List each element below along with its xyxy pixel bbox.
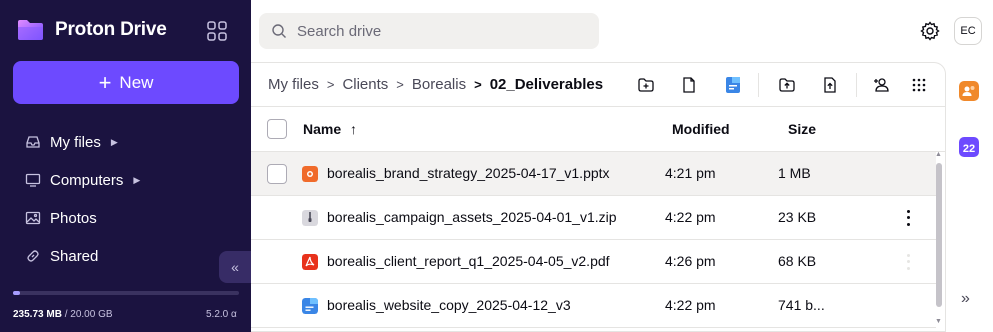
calendar-day: 22 (962, 143, 976, 155)
expand-rail-icon[interactable]: » (961, 290, 970, 308)
breadcrumb-current[interactable]: 02_Deliverables (490, 76, 603, 93)
sidebar-item-label: Shared (50, 247, 99, 265)
more-options-icon[interactable] (903, 252, 913, 272)
upload-file-icon[interactable] (820, 75, 840, 95)
storage-total: / 20.00 GB (64, 309, 113, 320)
proton-docs-icon[interactable] (723, 75, 743, 95)
brand[interactable]: Proton Drive (16, 18, 167, 42)
file-size: 1 MB (778, 165, 811, 181)
sidebar-item-label: Computers (50, 171, 124, 189)
proton-doc-file-icon (302, 298, 318, 314)
column-header-size[interactable]: Size (788, 121, 816, 137)
upload-folder-icon[interactable] (777, 75, 797, 95)
scroll-up-arrow[interactable]: ▲ (935, 151, 942, 158)
collapse-sidebar-button[interactable]: « (219, 251, 251, 283)
toolbar-divider (758, 73, 759, 97)
proton-calendar-icon[interactable]: 22 (959, 137, 979, 157)
plus-icon: + (98, 69, 112, 95)
row-checkbox[interactable] (267, 164, 287, 184)
breadcrumb: My files > Clients > Borealis > 02_Deliv… (268, 76, 603, 93)
column-header-name[interactable]: Name ↑ (303, 121, 357, 137)
new-button[interactable]: + New (13, 61, 239, 104)
file-modified: 4:21 pm (665, 165, 716, 181)
table-row[interactable]: borealis_client_report_q1_2025-04-05_v2.… (251, 240, 936, 284)
proton-drive-logo-icon (18, 20, 43, 40)
gear-icon[interactable] (920, 21, 940, 41)
app-name: Proton Drive (55, 19, 167, 40)
storage-used: 235.73 MB (13, 309, 62, 320)
image-icon (25, 211, 41, 225)
sidebar-item-my-files[interactable]: My files ▶ (13, 123, 239, 161)
user-avatar[interactable]: EC (954, 17, 982, 45)
search-input[interactable] (297, 22, 577, 40)
grid-view-icon[interactable] (909, 75, 929, 95)
inbox-icon (26, 136, 40, 148)
breadcrumb-item-borealis[interactable]: Borealis (412, 76, 466, 93)
file-size: 741 b... (778, 297, 825, 313)
proton-contacts-icon[interactable] (959, 81, 979, 101)
pdf-file-icon (302, 254, 318, 270)
zip-file-icon (302, 210, 318, 226)
sidebar-item-shared[interactable]: Shared (13, 237, 239, 275)
app-switcher-icon[interactable] (206, 20, 228, 42)
storage-progress-bar (13, 291, 239, 295)
search-bar[interactable] (259, 13, 599, 49)
sidebar-nav: My files ▶ Computers ▶ Photos Shared (13, 123, 239, 275)
sidebar: Proton Drive + New My files ▶ Computers … (0, 0, 251, 332)
sidebar-item-label: My files (50, 133, 101, 151)
sidebar-item-photos[interactable]: Photos (13, 199, 239, 237)
file-name[interactable]: borealis_website_copy_2025-04-12_v3 (327, 297, 571, 313)
search-icon (272, 24, 286, 38)
chevron-right-icon: > (396, 77, 404, 92)
file-size: 68 KB (778, 253, 817, 269)
link-icon (27, 250, 39, 262)
double-chevron-left-icon: « (231, 259, 239, 275)
file-modified: 4:22 pm (665, 297, 716, 313)
column-header-modified[interactable]: Modified (672, 121, 730, 137)
table-header: Name ↑ Modified Size (251, 107, 945, 152)
toolbar: My files > Clients > Borealis > 02_Deliv… (251, 63, 945, 107)
scrollbar-thumb[interactable] (936, 163, 942, 307)
sidebar-item-computers[interactable]: Computers ▶ (13, 161, 239, 199)
table-row[interactable]: borealis_brand_strategy_2025-04-17_v1.pp… (251, 152, 936, 196)
chevron-right-icon: > (474, 77, 482, 92)
select-all-checkbox[interactable] (267, 119, 287, 139)
new-document-icon[interactable] (679, 75, 699, 95)
file-modified: 4:26 pm (665, 253, 716, 269)
table-row[interactable]: borealis_website_copy_2025-04-12_v3 4:22… (251, 284, 936, 328)
pptx-file-icon (302, 166, 318, 182)
file-size: 23 KB (778, 209, 817, 225)
new-folder-icon[interactable] (636, 75, 656, 95)
file-browser-panel: My files > Clients > Borealis > 02_Deliv… (251, 62, 946, 332)
more-options-icon[interactable] (903, 208, 913, 228)
app-version: 5.2.0 α (206, 309, 237, 320)
breadcrumb-item-my-files[interactable]: My files (268, 76, 319, 93)
sidebar-item-label: Photos (50, 209, 97, 227)
storage-progress-fill (13, 291, 20, 295)
file-name[interactable]: borealis_client_report_q1_2025-04-05_v2.… (327, 253, 610, 269)
caret-right-icon[interactable]: ▶ (133, 175, 140, 186)
chevron-right-icon: > (326, 77, 335, 92)
file-modified: 4:22 pm (665, 209, 716, 225)
share-user-icon[interactable] (872, 75, 892, 95)
file-name[interactable]: borealis_brand_strategy_2025-04-17_v1.pp… (327, 165, 610, 181)
scroll-down-arrow[interactable]: ▼ (935, 318, 942, 325)
caret-right-icon[interactable]: ▶ (111, 137, 118, 148)
new-button-label: New (119, 72, 154, 92)
toolbar-divider (856, 73, 857, 97)
storage-usage: 235.73 MB / 20.00 GB (13, 309, 113, 320)
file-name[interactable]: borealis_campaign_assets_2025-04-01_v1.z… (327, 209, 617, 225)
sort-ascending-icon: ↑ (350, 121, 358, 137)
table-row[interactable]: borealis_campaign_assets_2025-04-01_v1.z… (251, 196, 936, 240)
monitor-icon (25, 173, 41, 187)
breadcrumb-item-clients[interactable]: Clients (342, 76, 388, 93)
